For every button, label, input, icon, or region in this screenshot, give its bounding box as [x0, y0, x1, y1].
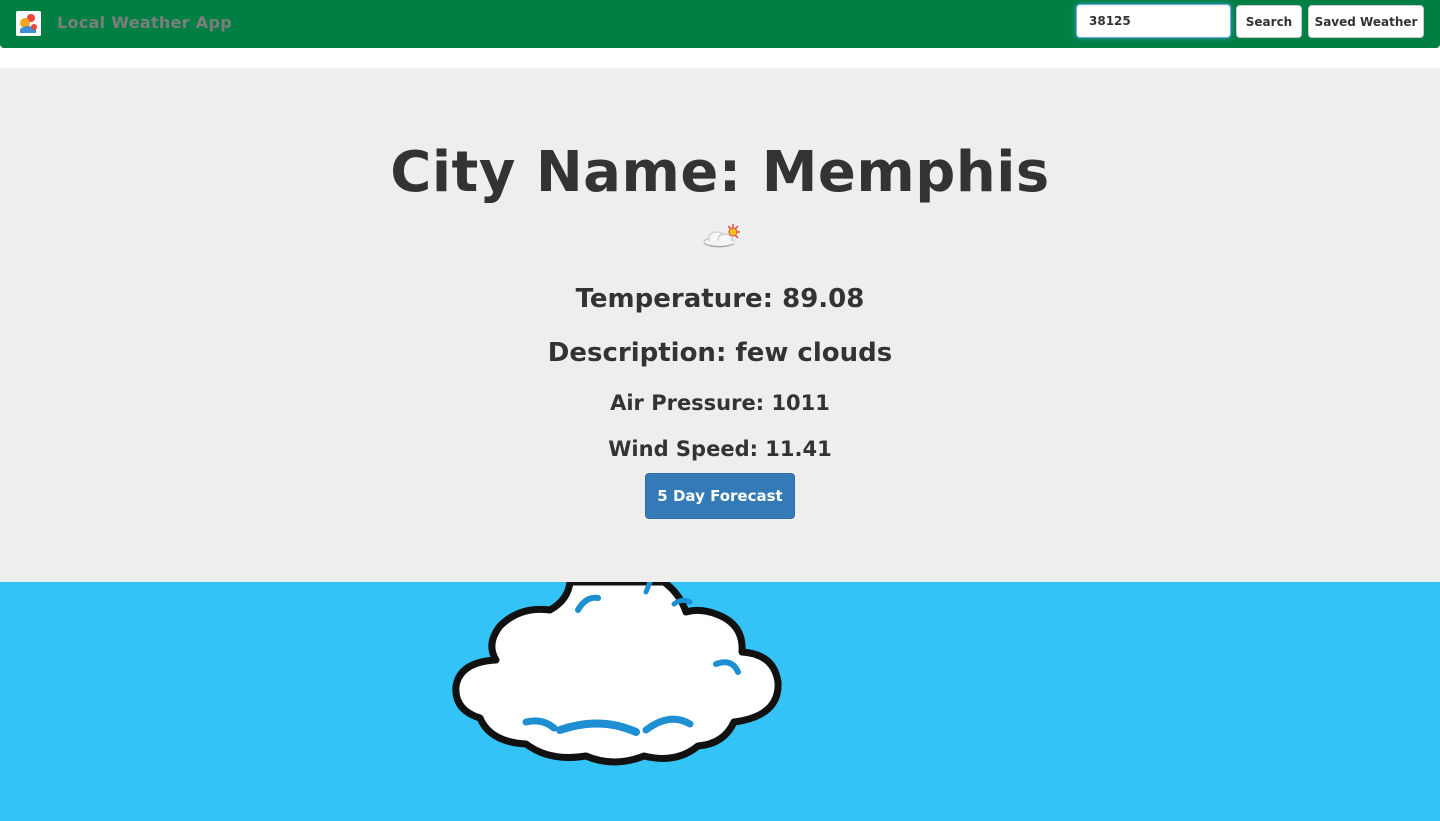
saved-weather-button[interactable]: Saved Weather [1308, 5, 1424, 38]
weather-panel: City Name: Memphis Temperature: 89.08 De… [0, 68, 1440, 582]
wind-speed-text: Wind Speed: 11.41 [608, 437, 832, 461]
app-logo-icon[interactable] [16, 11, 41, 36]
sky-background [0, 582, 1440, 821]
zip-search-input[interactable] [1076, 4, 1231, 38]
top-navbar: Local Weather App Search Saved Weather [0, 0, 1440, 48]
temperature-text: Temperature: 89.08 [575, 284, 865, 314]
five-day-forecast-button[interactable]: 5 Day Forecast [645, 473, 795, 519]
few-clouds-icon [701, 222, 743, 250]
app-title[interactable]: Local Weather App [57, 13, 232, 32]
cloud-illustration [452, 582, 782, 766]
air-pressure-text: Air Pressure: 1011 [610, 391, 830, 415]
description-text: Description: few clouds [547, 338, 893, 368]
search-button[interactable]: Search [1236, 5, 1302, 38]
city-name-heading: City Name: Memphis [390, 140, 1050, 205]
